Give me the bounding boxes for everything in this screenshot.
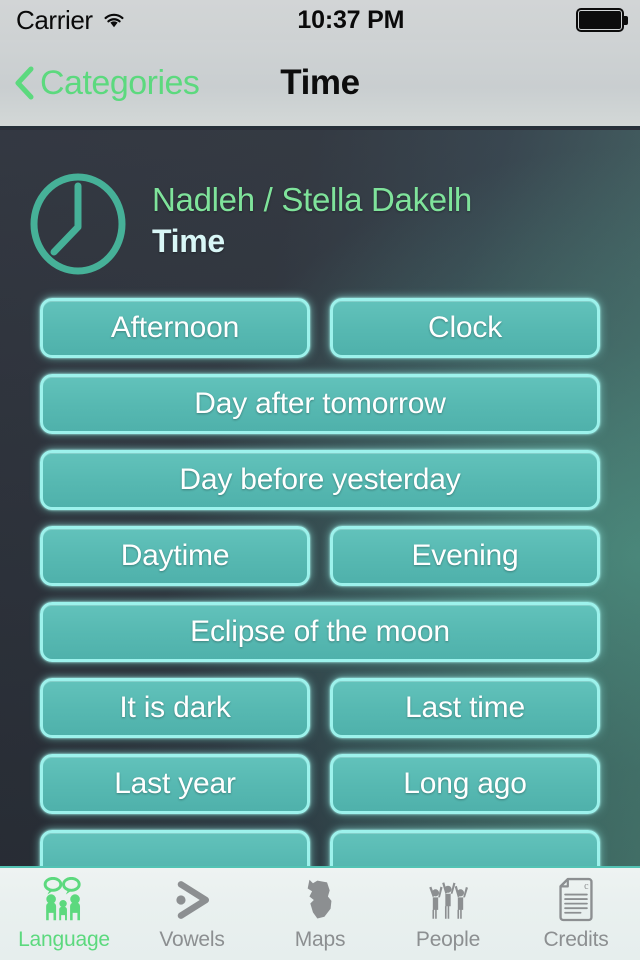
- word-row: Last year Long ago: [40, 754, 600, 814]
- word-button[interactable]: It is dark: [40, 678, 310, 738]
- tab-credits[interactable]: c Credits: [512, 868, 640, 960]
- category-header-text: Nadleh / Stella Dakelh Time: [152, 181, 472, 268]
- word-button-label: Last time: [405, 691, 525, 724]
- category-header: Nadleh / Stella Dakelh Time: [0, 130, 640, 290]
- wifi-icon: [102, 11, 126, 29]
- word-button[interactable]: [40, 830, 310, 866]
- status-bar: Carrier 10:37 PM: [0, 0, 640, 40]
- status-bar-right: [576, 8, 640, 32]
- back-button[interactable]: Categories: [0, 64, 200, 102]
- word-button[interactable]: Day after tomorrow: [40, 374, 600, 434]
- word-button[interactable]: Day before yesterday: [40, 450, 600, 510]
- word-button[interactable]: Eclipse of the moon: [40, 602, 600, 662]
- map-region-icon: [298, 874, 342, 926]
- people-raised-arms-icon: [423, 874, 473, 926]
- status-bar-left: Carrier: [0, 5, 126, 36]
- word-row: Eclipse of the moon: [40, 602, 600, 662]
- navigation-bar: Categories Time: [0, 40, 640, 128]
- word-button[interactable]: Clock: [330, 298, 600, 358]
- tab-people[interactable]: People: [384, 868, 512, 960]
- word-button-label: Afternoon: [110, 311, 240, 344]
- word-row: Day after tomorrow: [40, 374, 600, 434]
- chevron-left-icon: [14, 66, 34, 100]
- tab-vowels[interactable]: Vowels: [128, 868, 256, 960]
- word-row: Day before yesterday: [40, 450, 600, 510]
- word-button-label: Evening: [411, 539, 519, 572]
- tab-vowels-label: Vowels: [159, 928, 225, 951]
- content-area: Nadleh / Stella Dakelh Time Afternoon Cl…: [0, 130, 640, 866]
- word-row: Afternoon Clock: [40, 298, 600, 358]
- category-name: Time: [152, 222, 225, 259]
- back-button-label: Categories: [40, 64, 200, 102]
- word-row: It is dark Last time: [40, 678, 600, 738]
- tab-language[interactable]: Language: [0, 868, 128, 960]
- battery-full-icon: [576, 8, 628, 32]
- word-button-label: It is dark: [119, 691, 231, 724]
- word-button-label: Day after tomorrow: [194, 387, 446, 420]
- word-button-label: Clock: [427, 311, 502, 344]
- word-button-label: Eclipse of the moon: [190, 615, 450, 648]
- tab-people-label: People: [415, 928, 481, 951]
- word-button[interactable]: Daytime: [40, 526, 310, 586]
- word-button-label: Last year: [114, 767, 236, 800]
- clock-time: 10:37 PM: [297, 5, 405, 34]
- word-button[interactable]: Afternoon: [40, 298, 310, 358]
- status-bar-center: 10:37 PM: [126, 6, 576, 35]
- word-button-label: Day before yesterday: [179, 463, 461, 496]
- word-button[interactable]: [330, 830, 600, 866]
- word-button[interactable]: Evening: [330, 526, 600, 586]
- language-name: Nadleh / Stella Dakelh: [152, 180, 472, 218]
- word-button[interactable]: Long ago: [330, 754, 600, 814]
- document-credits-icon: c: [556, 874, 596, 926]
- carrier-label: Carrier: [16, 4, 93, 35]
- word-button-label: Daytime: [120, 539, 230, 572]
- tab-bar: Language Vowels Maps People c Credits: [0, 866, 640, 960]
- app-screen: Carrier 10:37 PM Categories Time Nadleh …: [0, 0, 640, 960]
- tab-credits-label: Credits: [543, 928, 609, 951]
- word-button-grid: Afternoon Clock Day after tomorrow Day b…: [0, 290, 640, 866]
- word-button[interactable]: Last time: [330, 678, 600, 738]
- word-row: Daytime Evening: [40, 526, 600, 586]
- vowel-arrow-icon: [169, 874, 215, 926]
- svg-text:c: c: [584, 881, 589, 892]
- tab-language-label: Language: [18, 928, 110, 951]
- tab-maps-label: Maps: [294, 928, 346, 951]
- word-button-label: Long ago: [403, 767, 527, 800]
- word-button[interactable]: Last year: [40, 754, 310, 814]
- people-speaking-icon: [39, 874, 89, 926]
- word-row-partial: [40, 830, 600, 866]
- clock-icon: [26, 172, 130, 276]
- tab-maps[interactable]: Maps: [256, 868, 384, 960]
